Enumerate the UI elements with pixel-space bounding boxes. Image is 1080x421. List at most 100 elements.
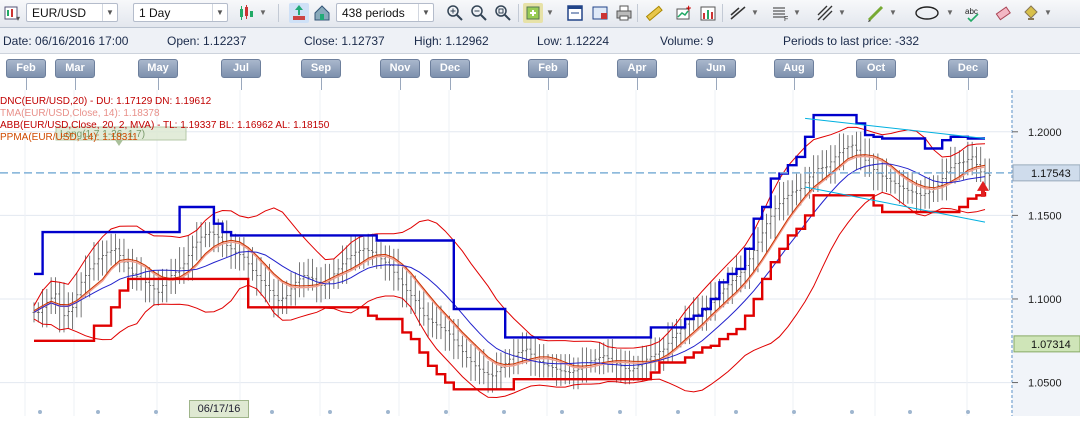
symbol-value: EUR/USD	[32, 6, 87, 20]
chevron-down-icon[interactable]: ▼	[946, 8, 954, 17]
time-marker	[908, 410, 912, 414]
y-tick-label: 1.2000	[1028, 127, 1062, 139]
time-marker	[270, 410, 274, 414]
pen-icon[interactable]	[866, 3, 886, 23]
time-marker	[676, 410, 680, 414]
month-label: Jul	[221, 59, 261, 90]
print-icon[interactable]	[614, 3, 634, 23]
time-marker	[850, 410, 854, 414]
price-chart[interactable]: 1.2000 1.1500 1.1000 1.0500 1.17543 1.07314 Lo…	[0, 90, 1080, 416]
time-marker	[792, 410, 796, 414]
month-label: Dec	[430, 59, 470, 90]
y-tick-label: 1.0500	[1028, 378, 1062, 390]
periods-value: 438 periods	[342, 6, 405, 20]
info-close: Close: 1.12737	[304, 34, 385, 48]
zoom-fit-icon[interactable]	[493, 3, 513, 23]
candlestick-icon[interactable]	[236, 3, 256, 23]
time-marker	[386, 410, 390, 414]
month-label: Oct	[856, 59, 896, 90]
legend-tma: TMA(EUR/USD,Close, 14): 1.18378	[0, 108, 160, 119]
timeframe-select[interactable]: 1 Day ▼	[133, 3, 228, 22]
chevron-down-icon[interactable]: ▼	[259, 8, 267, 17]
periods-select[interactable]: 438 periods ▼	[336, 3, 434, 22]
chevron-down-icon: ▼	[102, 4, 117, 21]
time-marker	[734, 410, 738, 414]
timeframe-value: 1 Day	[139, 6, 171, 20]
time-marker	[154, 410, 158, 414]
info-high: High: 1.12962	[414, 34, 489, 48]
chevron-down-icon: ▼	[418, 4, 433, 21]
y-tick-label: 1.1000	[1028, 294, 1062, 306]
info-open: Open: 1.12237	[167, 34, 247, 48]
price-chart-svg[interactable]: 1.20001.15001.10001.05001.175431.07314Lo…	[0, 90, 1080, 416]
time-marker	[966, 410, 970, 414]
svg-text:abc: abc	[965, 7, 978, 16]
fibonacci-icon[interactable]: F	[770, 3, 790, 23]
tma-line	[33, 155, 986, 369]
legend-ppma: PPMA(EUR/USD, 14): 1.18311	[0, 132, 138, 143]
crosshair-date-label: 06/17/16	[189, 400, 249, 418]
line-tool-icon[interactable]	[728, 3, 748, 23]
bar-chart-icon[interactable]	[698, 3, 718, 23]
zoom-in-icon[interactable]	[445, 3, 465, 23]
legend-bollinger: ABB(EUR/USD,Close, 20, 2, MVA) - TL: 1.1…	[0, 120, 330, 131]
info-low: Low: 1.12224	[537, 34, 610, 48]
time-marker	[328, 410, 332, 414]
crosshair-price-label: 1.07314	[1031, 339, 1071, 351]
chevron-down-icon[interactable]: ▼	[751, 8, 759, 17]
month-label: Aug	[774, 59, 814, 90]
chevron-down-icon[interactable]: ▼	[889, 8, 897, 17]
ellipse-icon[interactable]	[913, 3, 941, 23]
scale-icon[interactable]	[1021, 3, 1041, 23]
info-periods-to-last: Periods to last price: -332	[783, 34, 920, 48]
home-icon[interactable]	[312, 3, 332, 23]
zoom-out-icon[interactable]	[469, 3, 489, 23]
window-icon[interactable]	[565, 3, 585, 23]
add-indicator-icon[interactable]: +	[674, 3, 694, 23]
month-label: May	[138, 59, 178, 90]
eraser-icon[interactable]	[993, 3, 1013, 23]
time-marker	[444, 410, 448, 414]
ohlc-info-bar: Date: 06/16/2016 17:00 Open: 1.12237 Clo…	[0, 28, 1080, 54]
month-label: Sep	[301, 59, 341, 90]
chevron-down-icon[interactable]: ▼	[838, 8, 846, 17]
time-marker	[502, 410, 506, 414]
month-label: Feb	[528, 59, 568, 90]
channel-upper-line	[805, 117, 986, 139]
month-label: Dec	[948, 59, 988, 90]
time-marker	[560, 410, 564, 414]
pan-icon[interactable]	[289, 3, 309, 23]
y-tick-label: 1.1500	[1028, 210, 1062, 222]
time-marker	[96, 410, 100, 414]
ruler-icon[interactable]	[644, 3, 664, 23]
chart-menu-icon[interactable]: ▾	[2, 3, 22, 23]
current-price-label: 1.17543	[1031, 168, 1071, 180]
month-label: Apr	[617, 59, 657, 90]
legend-donchian: DNC(EUR/USD,20) - DU: 1.17129 DN: 1.1961…	[0, 96, 212, 107]
ppma-line	[33, 154, 986, 367]
toolbar: ▾ EUR/USD ▼ 1 Day ▼ ▼ 438 periods ▼ ▼ + …	[0, 0, 1080, 28]
svg-text:▾: ▾	[16, 14, 20, 23]
time-marker	[38, 410, 42, 414]
chevron-down-icon: ▼	[212, 4, 227, 21]
month-label: Mar	[55, 59, 95, 90]
month-label: Nov	[380, 59, 420, 90]
time-marker	[618, 410, 622, 414]
bollinger-upper-line	[33, 126, 986, 349]
svg-text:F: F	[784, 16, 788, 23]
symbol-select[interactable]: EUR/USD ▼	[26, 3, 118, 22]
info-volume: Volume: 9	[660, 34, 714, 48]
indicator-icon[interactable]	[523, 3, 543, 23]
svg-text:+: +	[686, 3, 691, 13]
layout-icon[interactable]	[590, 3, 610, 23]
text-tool-icon[interactable]: abc	[963, 3, 983, 23]
month-label: Jun	[696, 59, 736, 90]
info-date: Date: 06/16/2016 17:00	[3, 34, 129, 48]
chevron-down-icon[interactable]: ▼	[793, 8, 801, 17]
price-axis	[1012, 90, 1080, 416]
pitchfork-icon[interactable]	[815, 3, 835, 23]
month-label: Feb	[6, 59, 46, 90]
month-axis: Feb Mar May Jul Sep Nov Dec Feb Apr Jun …	[0, 54, 1080, 90]
chevron-down-icon[interactable]: ▼	[1044, 8, 1052, 17]
chevron-down-icon[interactable]: ▼	[546, 8, 554, 17]
